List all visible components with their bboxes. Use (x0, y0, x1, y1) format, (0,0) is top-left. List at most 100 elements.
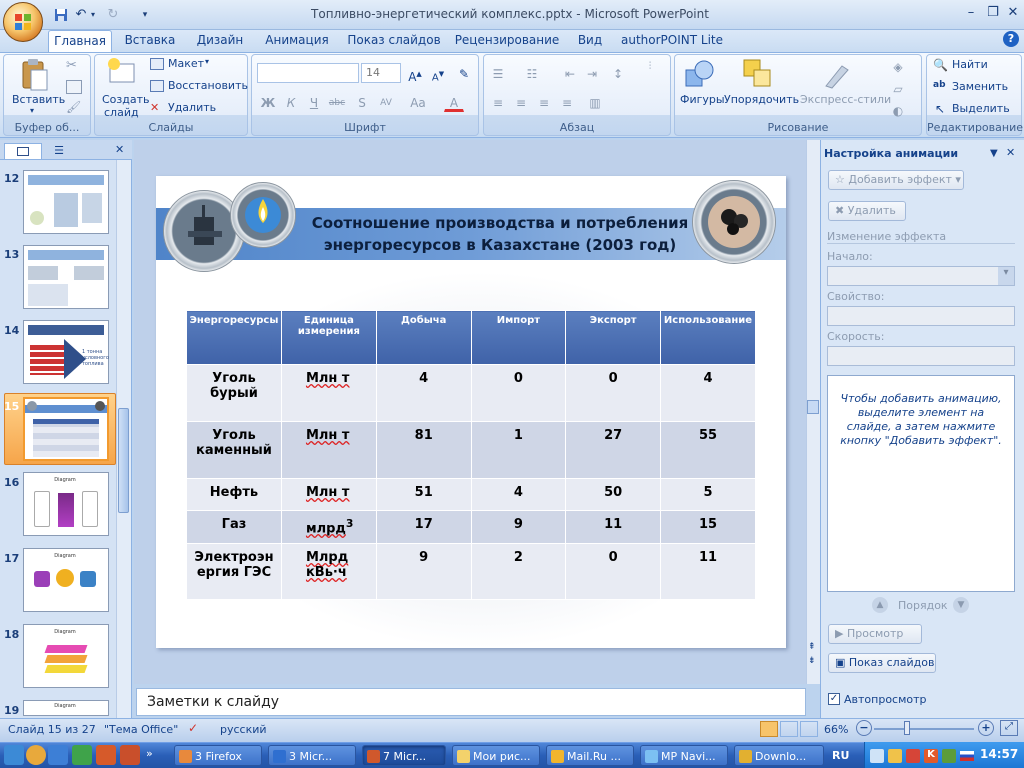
close-pane-icon[interactable]: ✕ (115, 143, 129, 157)
new-slide-icon[interactable] (106, 58, 136, 88)
tab-insert[interactable]: Вставка (118, 30, 182, 52)
tray-update-icon[interactable] (942, 749, 956, 763)
quicklaunch-more-icon[interactable]: » (146, 747, 153, 760)
slides-tab[interactable] (4, 143, 42, 159)
slide-thumbnail-14[interactable]: 1 тонна условного топлива (23, 320, 109, 384)
shrink-font-icon[interactable]: A▼ (428, 63, 448, 83)
layout-button[interactable]: Макет (168, 57, 204, 70)
shapes-icon[interactable] (684, 58, 716, 90)
slide-thumbnail-19[interactable]: Diagram (23, 700, 109, 716)
underline-icon[interactable]: Ч (304, 92, 324, 112)
fit-window-icon[interactable]: ⤢ (1000, 720, 1018, 736)
move-up-icon[interactable]: ▲ (872, 597, 888, 613)
quicklaunch-app-icon[interactable] (120, 745, 140, 765)
taskbar-item[interactable]: Mail.Ru ... (546, 745, 634, 766)
tray-k-icon[interactable]: K (924, 749, 938, 763)
zoom-out-icon[interactable]: − (856, 720, 872, 736)
tray-antivirus-icon[interactable] (906, 749, 920, 763)
clock[interactable]: 14:57 (980, 747, 1018, 761)
slide-thumbnail-16[interactable]: Diagram (23, 472, 109, 536)
save-icon[interactable] (52, 6, 70, 24)
taskbar-item[interactable]: Downlo... (734, 745, 824, 766)
shapes-button[interactable]: Фигуры (680, 93, 725, 106)
slide-thumbnail-18[interactable]: Diagram (23, 624, 109, 688)
taskbar-item[interactable]: Мои рис... (452, 745, 540, 766)
tab-design[interactable]: Дизайн (190, 30, 250, 52)
tab-slideshow[interactable]: Показ слайдов (344, 30, 444, 52)
font-name-combo[interactable] (257, 63, 359, 83)
restore-button[interactable]: ❐ (982, 4, 1004, 22)
start-combo[interactable] (827, 266, 1015, 286)
zoom-slider-thumb[interactable] (904, 721, 910, 735)
numbering-icon[interactable]: ☷ (522, 63, 542, 83)
arrange-icon[interactable] (742, 58, 774, 90)
shape-fill-icon[interactable]: ◈ (888, 56, 908, 76)
move-down-icon[interactable]: ▼ (953, 597, 969, 613)
justify-icon[interactable]: ≡ (557, 92, 577, 112)
align-left-icon[interactable]: ≡ (488, 92, 508, 112)
tray-messenger-icon[interactable] (888, 749, 902, 763)
clear-format-icon[interactable]: ✎ (454, 63, 474, 83)
align-center-icon[interactable]: ≡ (511, 92, 531, 112)
zoom-level[interactable]: 66% (824, 723, 848, 736)
layout-dropdown-icon[interactable]: ▾ (205, 57, 209, 66)
slides-scroll-thumb[interactable] (118, 408, 129, 513)
text-direction-icon[interactable]: ⫶ (640, 56, 660, 76)
cut-icon[interactable]: ✂ (66, 58, 82, 74)
copy-icon[interactable] (66, 80, 82, 94)
italic-icon[interactable]: К (281, 92, 301, 112)
select-button[interactable]: Выделить (952, 102, 1010, 115)
taskbar-item[interactable]: 3 Firefox (174, 745, 262, 766)
normal-view-icon[interactable] (760, 721, 778, 737)
outline-tab[interactable]: ☰ (48, 144, 70, 158)
shape-outline-icon[interactable]: ▱ (888, 78, 908, 98)
redo-icon[interactable]: ↻ (104, 6, 122, 24)
new-slide-button[interactable]: Создать (102, 93, 150, 106)
strikethrough-icon[interactable]: abc (327, 92, 347, 112)
quicklaunch-excel-icon[interactable] (72, 745, 92, 765)
autopreview-checkbox[interactable]: ✓ (828, 693, 840, 705)
slideshow-view-icon[interactable] (800, 721, 818, 737)
zoom-slider[interactable] (874, 728, 974, 730)
font-color-icon[interactable]: A (444, 92, 464, 112)
pane-menu-icon[interactable]: ▼ (990, 148, 998, 159)
reset-button[interactable]: Восстановить (168, 79, 248, 92)
quicklaunch-word-icon[interactable] (48, 745, 68, 765)
grow-font-icon[interactable]: A▲ (405, 63, 425, 84)
tab-review[interactable]: Рецензирование (452, 30, 562, 52)
tab-authorpoint[interactable]: authorPOINT Lite (620, 30, 724, 52)
help-icon[interactable]: ? (1003, 31, 1019, 47)
bold-icon[interactable]: Ж (258, 92, 278, 112)
quicklaunch-ppt-icon[interactable] (96, 745, 116, 765)
tab-view[interactable]: Вид (570, 30, 610, 52)
taskbar-item[interactable]: 3 Micr... (268, 745, 356, 766)
shadow-icon[interactable]: S (352, 92, 372, 112)
close-button[interactable]: ✕ (1002, 4, 1024, 22)
tab-home[interactable]: Главная (48, 30, 112, 52)
dropdown-icon[interactable]: ▾ (998, 267, 1014, 285)
decrease-indent-icon[interactable]: ⇤ (560, 63, 580, 83)
slide-thumbnail-12[interactable] (23, 170, 109, 234)
columns-icon[interactable]: ▥ (585, 92, 605, 112)
paste-icon[interactable] (20, 58, 50, 92)
sorter-view-icon[interactable] (780, 721, 798, 737)
slide-thumbnail-15[interactable] (23, 397, 109, 461)
align-right-icon[interactable]: ≡ (534, 92, 554, 112)
minimize-button[interactable]: – (960, 4, 982, 22)
change-case-icon[interactable]: Aa (408, 92, 428, 112)
canvas-scroll-thumb[interactable] (807, 400, 819, 414)
preview-button[interactable]: ▶ Просмотр (828, 624, 922, 644)
tab-animation[interactable]: Анимация (260, 30, 334, 52)
replace-button[interactable]: Заменить (952, 80, 1008, 93)
paste-dropdown-icon[interactable]: ▾ (30, 106, 34, 115)
language-indicator[interactable]: RU (832, 749, 849, 762)
spacing-icon[interactable]: AV (376, 92, 396, 112)
pane-close-icon[interactable]: ✕ (1006, 146, 1015, 159)
speed-combo[interactable] (827, 346, 1015, 366)
resources-table[interactable]: Энергоресурсы Единица измерения Добыча И… (186, 310, 756, 600)
quicklaunch-desktop-icon[interactable] (4, 745, 24, 765)
next-slide-icon[interactable]: ⇟ (808, 656, 816, 666)
tray-network-icon[interactable] (870, 749, 884, 763)
undo-dropdown-icon[interactable]: ▾ (88, 6, 98, 24)
language-status[interactable]: русский (220, 723, 267, 736)
